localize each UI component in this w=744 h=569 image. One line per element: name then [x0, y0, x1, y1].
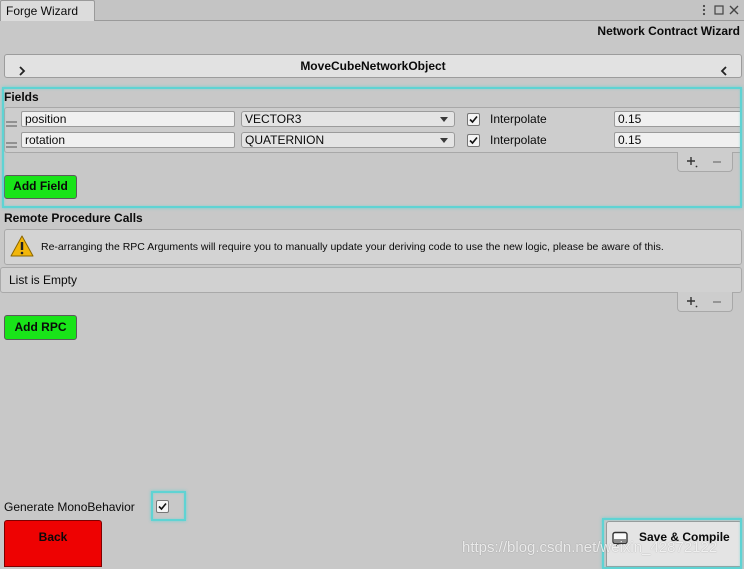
rpc-heading: Remote Procedure Calls — [4, 211, 143, 225]
chevron-down-icon — [440, 138, 448, 143]
remove-item-icon[interactable] — [711, 296, 723, 308]
remove-item-icon[interactable] — [711, 156, 723, 168]
kebab-menu-icon[interactable] — [698, 4, 710, 16]
tab-title: Forge Wizard — [6, 4, 79, 18]
field-type-value: QUATERNION — [245, 133, 325, 147]
field-name-input[interactable] — [21, 132, 235, 148]
add-field-button[interactable]: Add Field — [4, 175, 77, 199]
add-field-label: Add Field — [13, 179, 68, 193]
rpc-list-footer — [677, 292, 733, 312]
network-object-bar[interactable]: MoveCubeNetworkObject — [4, 54, 742, 78]
generate-monobehavior-label: Generate MonoBehavior — [4, 500, 135, 514]
rpc-list: List is Empty — [0, 267, 742, 293]
save-compile-button[interactable]: Save & Compile — [606, 521, 742, 567]
chevron-left-icon[interactable] — [719, 61, 729, 76]
interpolate-label: Interpolate — [490, 133, 547, 147]
drag-handle-icon[interactable] — [6, 137, 17, 148]
warning-icon — [10, 235, 34, 257]
back-button[interactable]: Back — [4, 520, 102, 567]
interpolate-label: Interpolate — [490, 112, 547, 126]
tab-forge-wizard[interactable]: Forge Wizard — [0, 0, 95, 21]
network-object-name: MoveCubeNetworkObject — [300, 59, 446, 73]
field-type-dropdown[interactable]: VECTOR3 — [241, 111, 455, 127]
interpolate-time-input[interactable] — [614, 132, 742, 148]
field-type-dropdown[interactable]: QUATERNION — [241, 132, 455, 148]
rpc-warning-text: Re-arranging the RPC Arguments will requ… — [41, 241, 664, 253]
field-type-value: VECTOR3 — [245, 112, 302, 126]
chevron-down-icon — [440, 117, 448, 122]
save-compile-label: Save & Compile — [639, 530, 730, 544]
add-rpc-button[interactable]: Add RPC — [4, 315, 77, 340]
chevron-right-icon[interactable] — [17, 61, 27, 76]
rpc-list-empty-text: List is Empty — [9, 273, 78, 287]
add-item-icon[interactable] — [686, 156, 698, 168]
maximize-icon[interactable] — [713, 4, 725, 16]
fields-heading: Fields — [4, 90, 39, 104]
tab-strip — [0, 0, 744, 21]
add-rpc-label: Add RPC — [14, 320, 67, 334]
add-item-icon[interactable] — [686, 296, 698, 308]
field-name-input[interactable] — [21, 111, 235, 127]
close-icon[interactable] — [728, 4, 740, 16]
save-icon — [612, 531, 628, 547]
rpc-warning-box: Re-arranging the RPC Arguments will requ… — [4, 229, 742, 265]
back-label: Back — [38, 530, 68, 544]
interpolate-checkbox[interactable] — [467, 113, 480, 126]
generate-monobehavior-checkbox[interactable] — [156, 500, 169, 513]
drag-handle-icon[interactable] — [6, 116, 17, 127]
fields-list-footer — [677, 152, 733, 172]
page-title: Network Contract Wizard — [597, 24, 740, 38]
interpolate-checkbox[interactable] — [467, 134, 480, 147]
interpolate-time-input[interactable] — [614, 111, 742, 127]
